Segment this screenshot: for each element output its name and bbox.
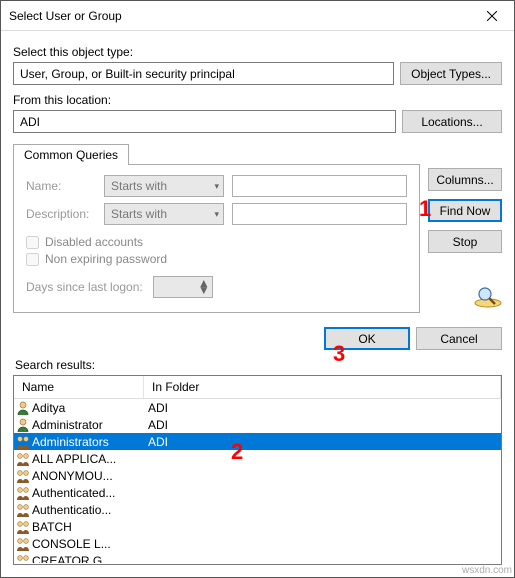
window-title: Select User or Group bbox=[9, 9, 469, 23]
result-name: Authenticated... bbox=[32, 486, 144, 500]
group-icon bbox=[14, 451, 32, 467]
result-folder: ADI bbox=[144, 401, 501, 415]
description-input[interactable] bbox=[232, 203, 407, 225]
days-since-spinner[interactable]: ▲▼ bbox=[153, 276, 213, 298]
table-row[interactable]: AdministratorADI bbox=[14, 416, 501, 433]
search-icon bbox=[474, 286, 502, 311]
object-types-button[interactable]: Object Types... bbox=[400, 62, 502, 85]
titlebar: Select User or Group bbox=[1, 1, 514, 31]
user-icon bbox=[14, 400, 32, 416]
results-header: Name In Folder bbox=[14, 376, 501, 399]
location-field[interactable] bbox=[13, 110, 396, 133]
ok-button[interactable]: OK bbox=[324, 327, 410, 350]
find-now-button[interactable]: Find Now bbox=[428, 199, 502, 222]
chevron-down-icon: ▾ bbox=[214, 181, 219, 192]
result-folder: ADI bbox=[144, 418, 501, 432]
table-row[interactable]: ANONYMOU... bbox=[14, 467, 501, 484]
group-icon bbox=[14, 553, 32, 564]
result-name: Aditya bbox=[32, 401, 144, 415]
table-row[interactable]: CREATOR G... bbox=[14, 552, 501, 563]
name-input[interactable] bbox=[232, 175, 407, 197]
watermark: wsxdn.com bbox=[462, 565, 512, 576]
group-icon bbox=[14, 434, 32, 450]
table-row[interactable]: CONSOLE L... bbox=[14, 535, 501, 552]
group-icon bbox=[14, 502, 32, 518]
result-name: BATCH bbox=[32, 520, 144, 534]
column-header-folder[interactable]: In Folder bbox=[144, 376, 501, 398]
disabled-accounts-label: Disabled accounts bbox=[45, 235, 143, 249]
table-row[interactable]: BATCH bbox=[14, 518, 501, 535]
result-name: ANONYMOU... bbox=[32, 469, 144, 483]
name-match-select[interactable]: Starts with ▾ bbox=[104, 175, 224, 197]
table-row[interactable]: Authenticated... bbox=[14, 484, 501, 501]
object-type-field[interactable] bbox=[13, 62, 394, 85]
days-since-label: Days since last logon: bbox=[26, 280, 143, 294]
result-name: Administrators bbox=[32, 435, 144, 449]
search-results-label: Search results: bbox=[15, 358, 502, 372]
chevron-down-icon: ▾ bbox=[214, 209, 219, 220]
dialog-window: Select User or Group Select this object … bbox=[0, 0, 515, 578]
description-match-select[interactable]: Starts with ▾ bbox=[104, 203, 224, 225]
disabled-accounts-input[interactable] bbox=[26, 236, 39, 249]
name-label: Name: bbox=[26, 179, 96, 193]
description-label: Description: bbox=[26, 207, 96, 221]
non-expiring-label: Non expiring password bbox=[45, 252, 167, 266]
result-folder: ADI bbox=[144, 435, 501, 449]
common-queries-panel: Name: Starts with ▾ Description: Starts … bbox=[13, 164, 420, 313]
group-icon bbox=[14, 468, 32, 484]
name-match-value: Starts with bbox=[111, 179, 167, 193]
disabled-accounts-checkbox[interactable]: Disabled accounts bbox=[26, 235, 407, 249]
from-location-label: From this location: bbox=[13, 93, 502, 107]
result-name: Administrator bbox=[32, 418, 144, 432]
stop-button[interactable]: Stop bbox=[428, 230, 502, 253]
spinner-arrows-icon: ▲▼ bbox=[198, 280, 210, 294]
result-name: ALL APPLICA... bbox=[32, 452, 144, 466]
user-icon bbox=[14, 417, 32, 433]
table-row[interactable]: AdministratorsADI bbox=[14, 433, 501, 450]
tab-common-queries[interactable]: Common Queries bbox=[13, 144, 129, 165]
object-type-label: Select this object type: bbox=[13, 45, 502, 59]
group-icon bbox=[14, 485, 32, 501]
column-header-name[interactable]: Name bbox=[14, 376, 144, 398]
locations-button[interactable]: Locations... bbox=[402, 110, 502, 133]
close-button[interactable] bbox=[469, 1, 514, 30]
search-results: Name In Folder AdityaADIAdministratorADI… bbox=[13, 375, 502, 565]
non-expiring-checkbox[interactable]: Non expiring password bbox=[26, 252, 407, 266]
result-name: Authenticatio... bbox=[32, 503, 144, 517]
results-body[interactable]: AdityaADIAdministratorADIAdministratorsA… bbox=[14, 399, 501, 563]
table-row[interactable]: AdityaADI bbox=[14, 399, 501, 416]
group-icon bbox=[14, 519, 32, 535]
columns-button[interactable]: Columns... bbox=[428, 168, 502, 191]
result-name: CONSOLE L... bbox=[32, 537, 144, 551]
result-name: CREATOR G... bbox=[32, 554, 144, 564]
cancel-button[interactable]: Cancel bbox=[416, 327, 502, 350]
non-expiring-input[interactable] bbox=[26, 253, 39, 266]
description-match-value: Starts with bbox=[111, 207, 167, 221]
table-row[interactable]: Authenticatio... bbox=[14, 501, 501, 518]
group-icon bbox=[14, 536, 32, 552]
close-icon bbox=[487, 11, 497, 21]
table-row[interactable]: ALL APPLICA... bbox=[14, 450, 501, 467]
